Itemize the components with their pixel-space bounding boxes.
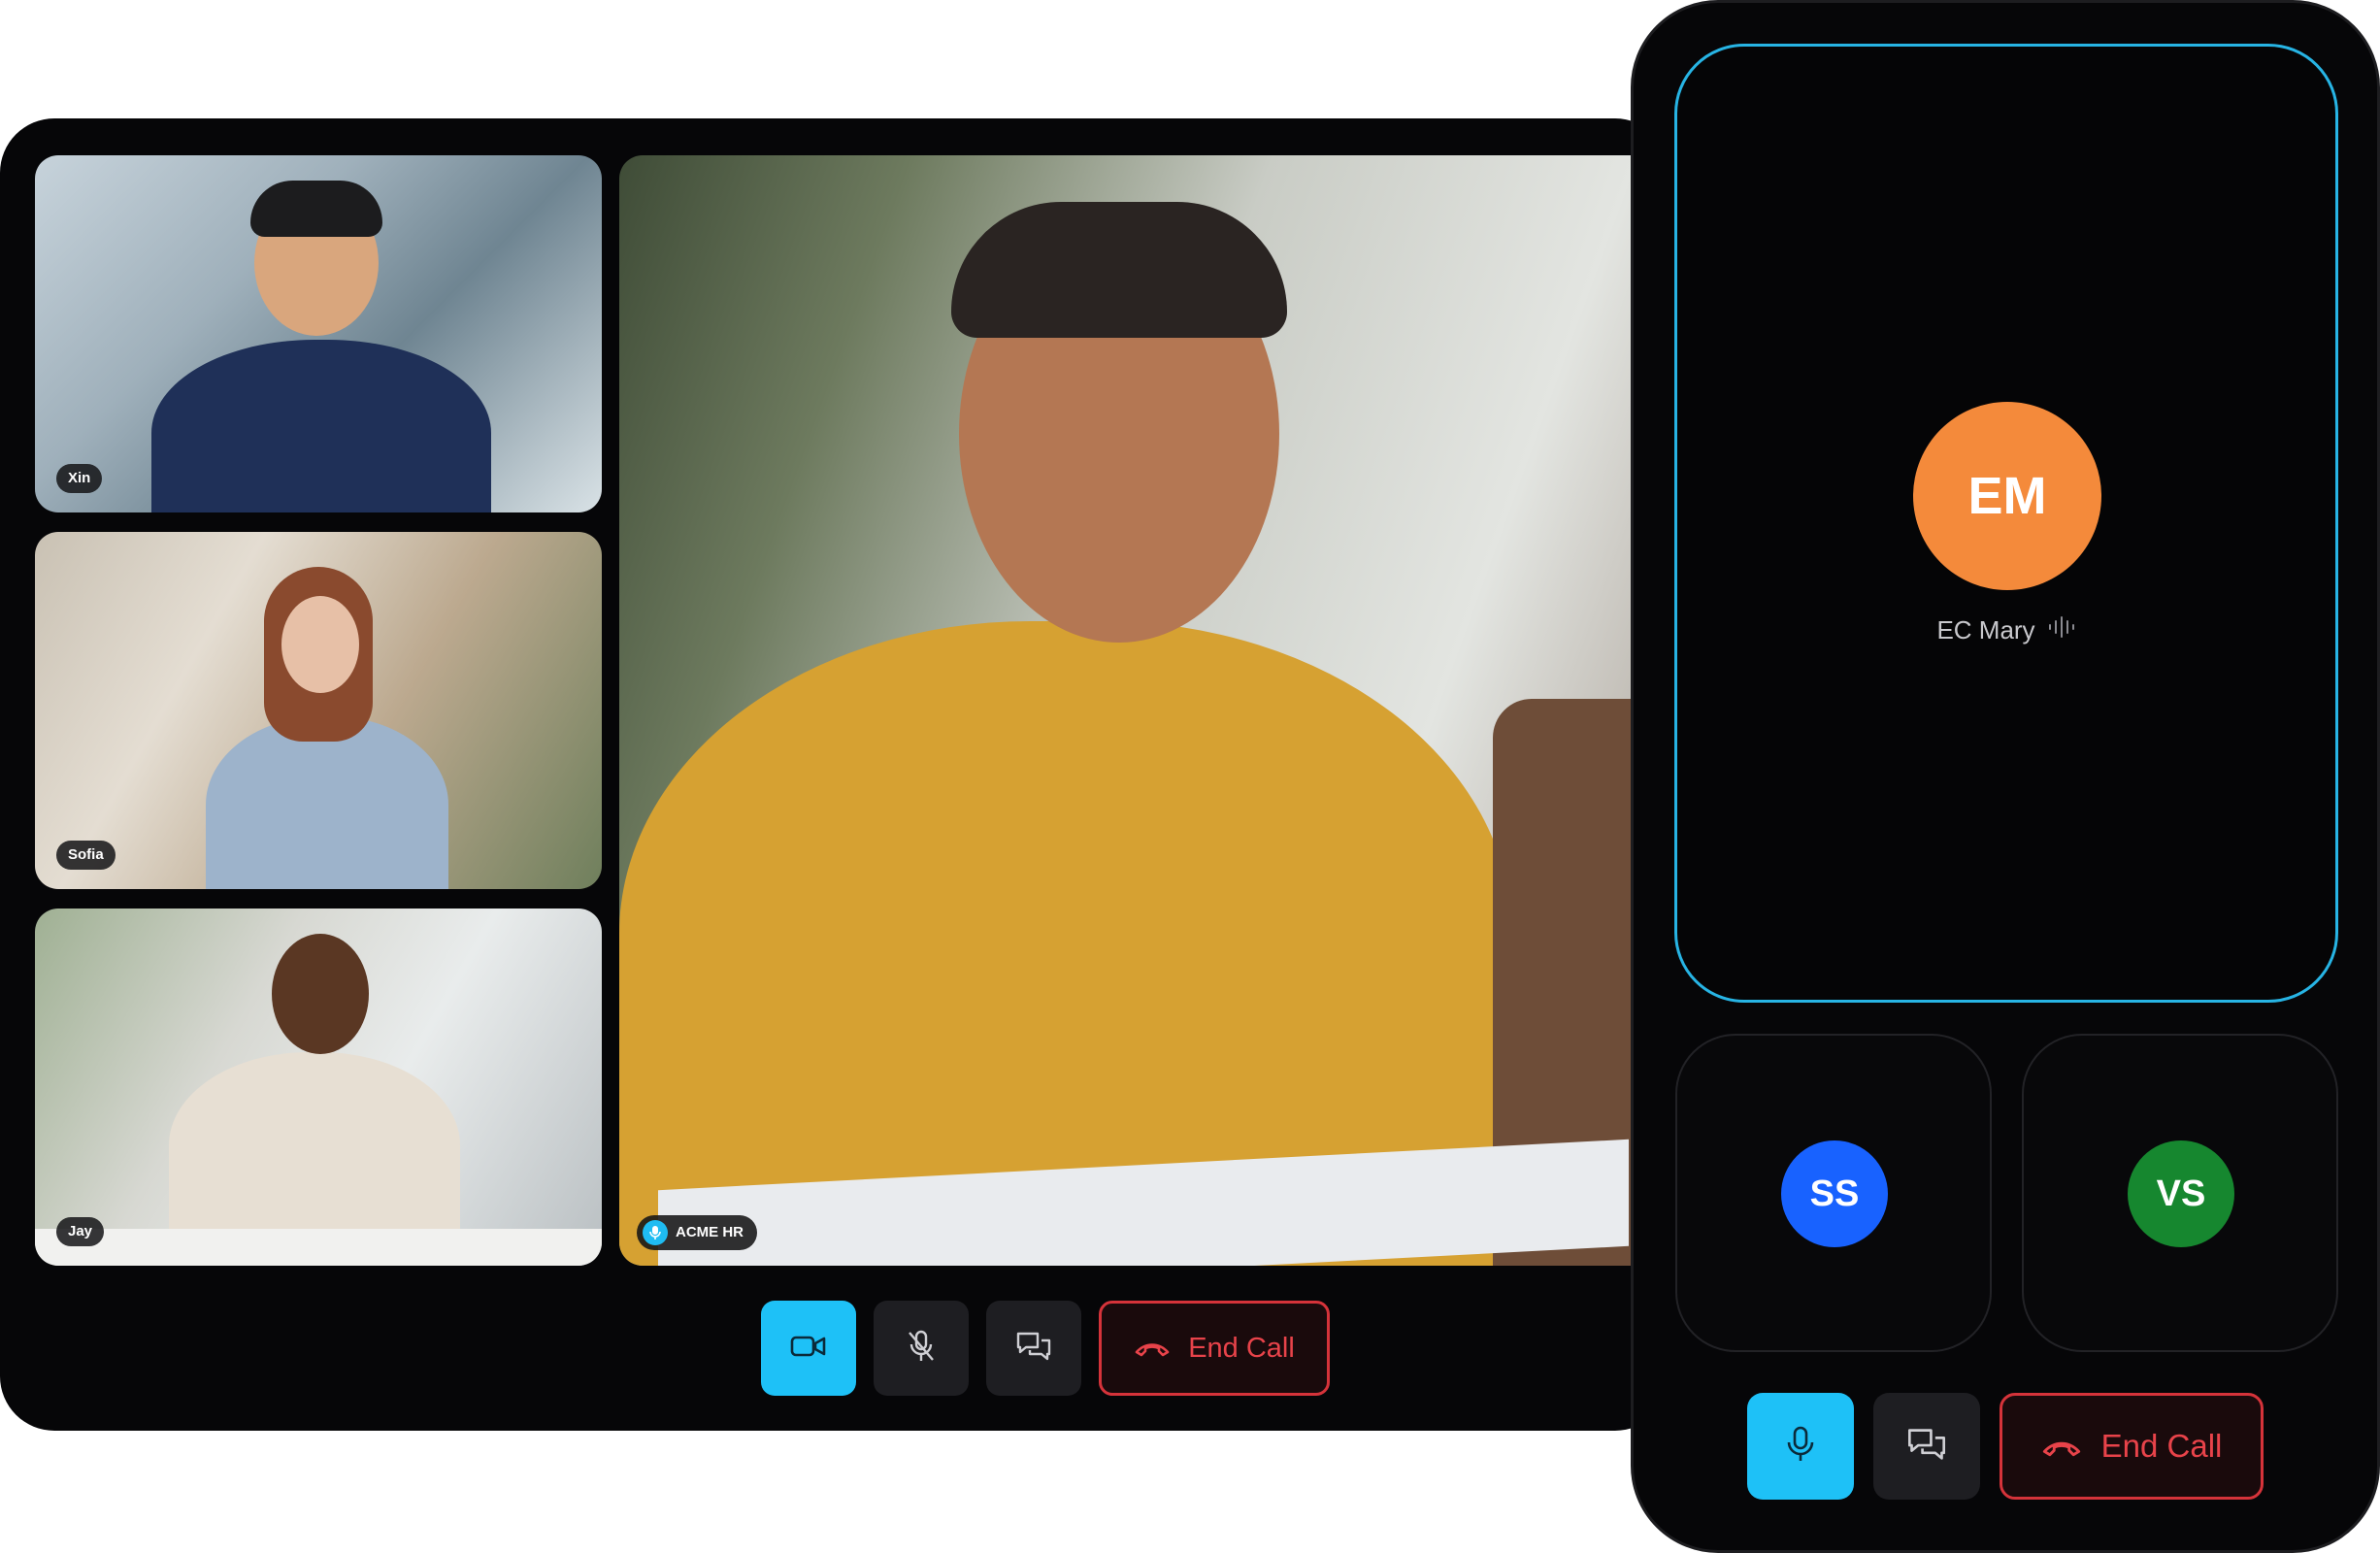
participant-name-tag: Sofia <box>56 841 116 870</box>
main-speaker-tag: ACME HR <box>637 1215 757 1250</box>
phone-hangup-icon <box>1134 1333 1171 1365</box>
participant-card-ss[interactable]: SS <box>1675 1034 1992 1352</box>
end-call-label: End Call <box>1188 1332 1295 1364</box>
active-speaker-label: EC Mary <box>1677 615 2335 645</box>
participant-tile-jay[interactable]: Jay <box>35 909 602 1266</box>
phone-hangup-icon <box>2041 1428 2082 1465</box>
end-call-button[interactable]: End Call <box>2000 1393 2264 1500</box>
chat-button[interactable] <box>1873 1393 1980 1500</box>
call-controls: End Call <box>761 1301 1330 1396</box>
video-camera-icon <box>790 1334 827 1364</box>
participant-name-tag: Xin <box>56 464 103 493</box>
chat-button[interactable] <box>986 1301 1081 1396</box>
audio-waveform-icon <box>2047 615 2076 645</box>
mic-toggle-button[interactable] <box>1747 1393 1854 1500</box>
participant-tile-sofia[interactable]: Sofia <box>35 532 602 889</box>
participant-tile-xin[interactable]: Xin <box>35 155 602 512</box>
participant-name-tag: Jay <box>56 1217 105 1246</box>
participant-card-vs[interactable]: VS <box>2022 1034 2338 1352</box>
end-call-label: End Call <box>2100 1428 2223 1464</box>
main-speaker-video[interactable]: ACME HR <box>619 155 1669 1266</box>
active-speaker-avatar: EM <box>1913 402 2101 590</box>
microphone-icon <box>1784 1425 1817 1469</box>
participant-avatar: VS <box>2128 1140 2234 1247</box>
camera-toggle-button[interactable] <box>761 1301 856 1396</box>
participant-avatar: SS <box>1781 1140 1888 1247</box>
mobile-call-controls: End Call <box>1747 1393 2264 1500</box>
desktop-call-window: Xin Sofia Jay ACME HR End Call <box>0 118 1669 1431</box>
mobile-call-panel: EM EC Mary SS VS End Call <box>1631 0 2380 1553</box>
chat-bubbles-icon <box>1015 1330 1052 1368</box>
mute-toggle-button[interactable] <box>874 1301 969 1396</box>
active-speaker-name: EC Mary <box>1936 615 2035 644</box>
active-speaker-card[interactable]: EM EC Mary <box>1674 44 2338 1003</box>
microphone-off-icon <box>905 1329 938 1369</box>
chat-bubbles-icon <box>1906 1426 1947 1468</box>
microphone-icon <box>643 1220 668 1245</box>
end-call-button[interactable]: End Call <box>1099 1301 1330 1396</box>
main-speaker-name: ACME HR <box>676 1224 744 1240</box>
